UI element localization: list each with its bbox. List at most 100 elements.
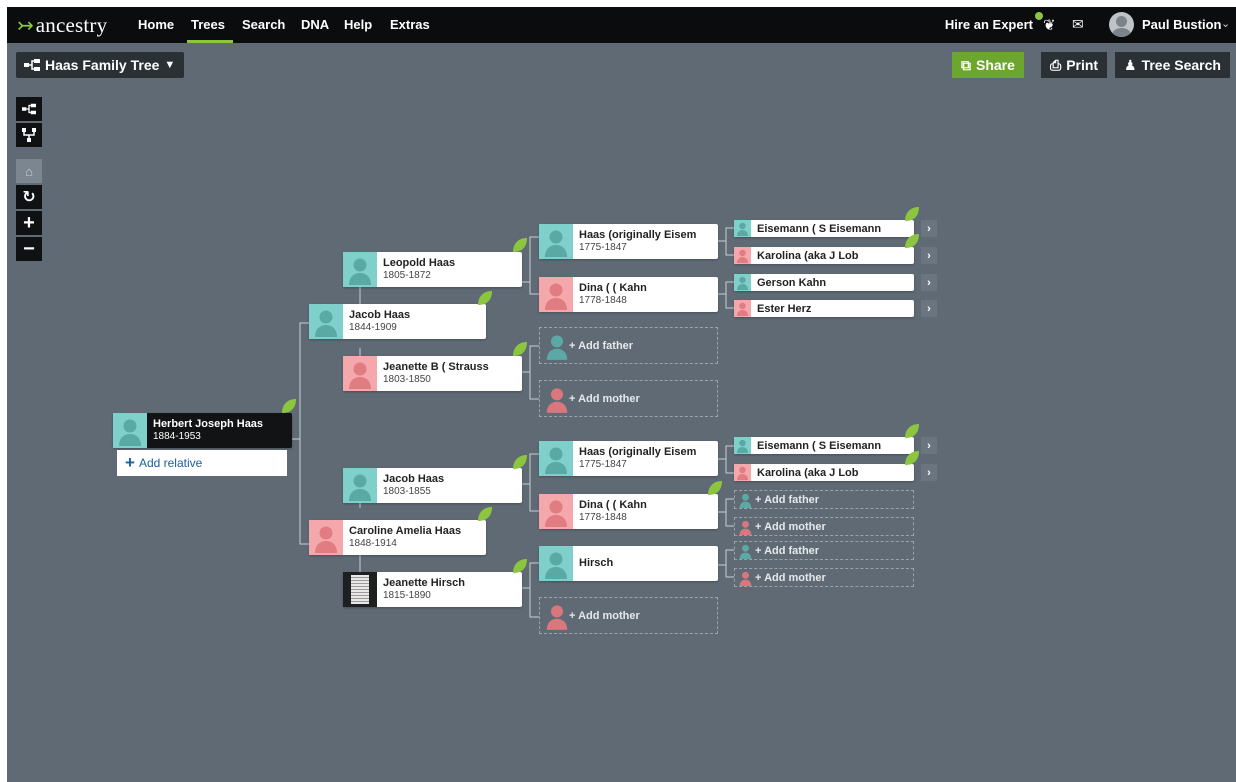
person-card[interactable]: Karolina (aka J Lob — [734, 247, 914, 264]
home-person-button[interactable]: ⌂ — [16, 159, 42, 183]
chevron-down-icon[interactable]: ⌄ — [1221, 17, 1230, 30]
leaf-hint-icon[interactable] — [706, 480, 723, 496]
share-button[interactable]: ⧉ Share — [952, 52, 1024, 78]
person-name: Ester Herz — [757, 303, 812, 315]
person-name: Caroline Amelia Haas — [349, 525, 462, 537]
chevron-right-icon: › — [927, 466, 931, 479]
person-dates: 1844-1909 — [349, 322, 397, 333]
leaf-hint-icon[interactable] — [511, 454, 528, 470]
person-silhouette-icon — [309, 520, 343, 555]
person-card[interactable]: Haas (originally Eisem 1775-1847 — [539, 224, 718, 259]
mail-icon[interactable]: ✉ — [1072, 16, 1084, 33]
tree-search-icon: ♟ — [1124, 56, 1137, 73]
person-card[interactable]: Hirsch — [539, 546, 718, 581]
top-navigation: ↣ ancestry Home Trees Search DNA Help Ex… — [7, 7, 1236, 43]
tree-selector[interactable]: Haas Family Tree ▼ — [16, 52, 185, 78]
family-view-button[interactable] — [16, 123, 42, 147]
person-card[interactable]: Haas (originally Eisem 1775-1847 — [539, 441, 718, 476]
add-father-label: + Add father — [755, 545, 820, 557]
chevron-right-icon: › — [927, 439, 931, 452]
nav-help[interactable]: Help — [344, 17, 372, 32]
person-card[interactable]: Leopold Haas 1805-1872 — [343, 252, 522, 287]
nav-search[interactable]: Search — [242, 17, 285, 32]
ancestry-logo[interactable]: ↣ ancestry — [17, 13, 107, 38]
leaf-hint-icon[interactable] — [476, 506, 493, 522]
person-silhouette-icon — [539, 224, 573, 259]
leaf-hint-icon[interactable]: ❦ — [1043, 16, 1056, 34]
person-card[interactable]: Jacob Haas 1803-1855 — [343, 468, 522, 503]
person-card[interactable]: Caroline Amelia Haas 1848-1914 — [309, 520, 486, 555]
nav-home[interactable]: Home — [138, 17, 174, 32]
add-mother-button[interactable]: + Add mother — [539, 380, 718, 417]
expand-ancestors-button[interactable]: › — [921, 220, 937, 237]
person-name: Jeanette Hirsch — [383, 577, 465, 589]
add-father-button[interactable]: + Add father — [734, 490, 914, 509]
add-relative-button[interactable]: + Add relative — [117, 450, 287, 476]
person-name: Jeanette B ( Strauss — [383, 361, 489, 373]
avatar[interactable] — [1109, 12, 1134, 37]
leaf-hint-icon[interactable] — [511, 237, 528, 253]
add-mother-button[interactable]: + Add mother — [734, 568, 914, 587]
add-father-button[interactable]: + Add father — [539, 327, 718, 364]
person-card[interactable]: Jeanette Hirsch 1815-1890 — [343, 572, 522, 607]
leaf-hint-icon[interactable] — [476, 290, 493, 306]
leaf-hint-icon[interactable] — [903, 450, 920, 466]
add-father-icon — [739, 493, 752, 508]
hire-an-expert-link[interactable]: Hire an Expert — [945, 17, 1033, 32]
expand-ancestors-button[interactable]: › — [921, 300, 937, 317]
person-card[interactable]: Eisemann ( S Eisemann — [734, 220, 914, 237]
person-dates: 1815-1890 — [383, 590, 431, 601]
person-card[interactable]: Dina ( ( Kahn 1778-1848 — [539, 494, 718, 529]
app-frame: ↣ ancestry Home Trees Search DNA Help Ex… — [7, 7, 1236, 782]
leaf-hint-icon[interactable] — [903, 206, 920, 222]
nav-dna[interactable]: DNA — [301, 17, 329, 32]
nav-trees[interactable]: Trees — [191, 17, 225, 32]
home-icon: ⌂ — [25, 163, 33, 179]
leaf-hint-icon[interactable] — [903, 233, 920, 249]
person-card[interactable]: Jacob Haas 1844-1909 — [309, 304, 486, 339]
nav-extras[interactable]: Extras — [390, 17, 430, 32]
person-card[interactable]: Jeanette B ( Strauss 1803-1850 — [343, 356, 522, 391]
reset-view-button[interactable]: ↻ — [16, 185, 42, 209]
family-view-icon — [22, 128, 36, 142]
person-dates: 1848-1914 — [349, 538, 397, 549]
tree-name: Haas Family Tree — [45, 57, 160, 73]
add-mother-button[interactable]: + Add mother — [734, 517, 914, 536]
expand-ancestors-button[interactable]: › — [921, 437, 937, 454]
person-name: Herbert Joseph Haas — [153, 418, 264, 430]
add-father-button[interactable]: + Add father — [734, 541, 914, 560]
add-mother-label: + Add mother — [755, 521, 826, 533]
person-name: Haas (originally Eisem — [579, 229, 697, 241]
person-name: Karolina (aka J Lob — [757, 467, 859, 479]
person-card[interactable]: Dina ( ( Kahn 1778-1848 — [539, 277, 718, 312]
print-button[interactable]: ⎙ Print — [1041, 52, 1108, 78]
person-photo — [343, 572, 377, 607]
person-name: Jacob Haas — [383, 473, 445, 485]
pedigree-view-button[interactable] — [16, 97, 42, 121]
person-silhouette-icon — [539, 277, 573, 312]
person-card[interactable]: Ester Herz — [734, 300, 914, 317]
add-relative-label: Add relative — [138, 456, 203, 470]
add-father-label: + Add father — [569, 340, 634, 352]
expand-ancestors-button[interactable]: › — [921, 247, 937, 264]
tree-search-button[interactable]: ♟ Tree Search — [1115, 52, 1230, 78]
expand-ancestors-button[interactable]: › — [921, 464, 937, 481]
person-card[interactable]: Karolina (aka J Lob — [734, 464, 914, 481]
person-silhouette-icon — [343, 252, 377, 287]
leaf-hint-icon[interactable] — [903, 423, 920, 439]
leaf-hint-icon[interactable] — [511, 558, 528, 574]
zoom-in-button[interactable]: + — [16, 211, 42, 235]
chevron-right-icon: › — [927, 222, 931, 235]
expand-ancestors-button[interactable]: › — [921, 274, 937, 291]
ancestry-leaf-icon: ↣ — [17, 15, 34, 37]
person-card[interactable]: Gerson Kahn — [734, 274, 914, 291]
chevron-right-icon: › — [927, 276, 931, 289]
person-silhouette-icon — [734, 274, 751, 291]
leaf-hint-icon[interactable] — [280, 398, 297, 414]
root-person-card[interactable]: Herbert Joseph Haas 1884-1953 — [113, 413, 292, 448]
zoom-out-button[interactable]: − — [16, 237, 42, 261]
person-card[interactable]: Eisemann ( S Eisemann — [734, 437, 914, 454]
add-mother-button[interactable]: + Add mother — [539, 597, 718, 634]
leaf-hint-icon[interactable] — [511, 341, 528, 357]
user-name[interactable]: Paul Bustion — [1142, 17, 1221, 32]
